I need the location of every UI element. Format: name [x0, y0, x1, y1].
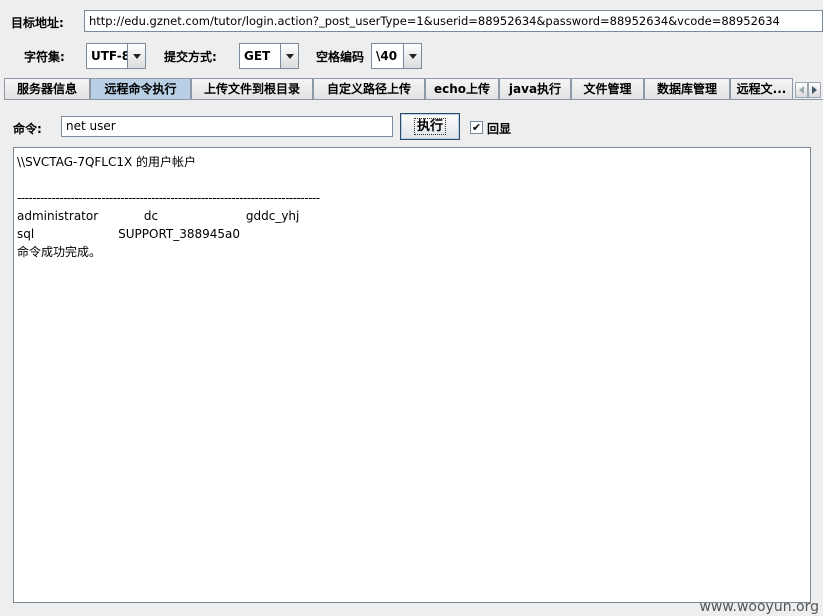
submit-method-select[interactable]: GET [239, 43, 299, 69]
charset-value: UTF-8 [91, 49, 127, 63]
command-output-area[interactable]: \\SVCTAG-7QFLC1X 的用户帐户 -----------------… [13, 147, 811, 603]
tab-remote-file[interactable]: 远程文... [730, 78, 793, 99]
command-label: 命令: [13, 122, 42, 136]
space-encoding-label: 空格编码 [316, 50, 365, 64]
chevron-down-icon[interactable] [280, 44, 298, 68]
tab-file-manager[interactable]: 文件管理 [571, 78, 644, 99]
tab-divider [4, 99, 823, 100]
function-tabs: 服务器信息 远程命令执行 上传文件到根目录 自定义路径上传 echo上传 jav… [4, 78, 823, 100]
arrow-right-icon [812, 86, 817, 94]
command-input[interactable]: net user [61, 116, 393, 137]
output-line: \\SVCTAG-7QFLC1X 的用户帐户 [17, 155, 197, 169]
submit-method-value: GET [244, 49, 271, 63]
space-encoding-select[interactable]: \40 [371, 43, 422, 69]
submit-method-label: 提交方式: [164, 50, 217, 64]
target-url-label: 目标地址: [11, 16, 64, 30]
output-line: ----------------------------------------… [17, 191, 320, 205]
tab-upload-root[interactable]: 上传文件到根目录 [191, 78, 313, 99]
tab-server-info[interactable]: 服务器信息 [4, 78, 90, 99]
echo-checkbox[interactable]: ✔ [470, 121, 483, 134]
tab-database-manager[interactable]: 数据库管理 [644, 78, 730, 99]
chevron-down-icon[interactable] [127, 44, 145, 68]
checkmark-icon: ✔ [471, 121, 482, 134]
space-encoding-value: \40 [376, 49, 398, 63]
chevron-down-icon[interactable] [403, 44, 421, 68]
tab-echo-upload[interactable]: echo上传 [425, 78, 499, 99]
output-line: sql SUPPORT_388945a0 [17, 227, 241, 241]
tab-scroll-right-button[interactable] [808, 82, 821, 98]
output-line: 命令成功完成。 [17, 245, 102, 259]
charset-label: 字符集: [24, 50, 65, 64]
output-line: administrator dc gddc_yhj [17, 209, 300, 223]
echo-checkbox-label[interactable]: 回显 [487, 120, 511, 137]
target-url-input[interactable]: http://edu.gznet.com/tutor/login.action?… [84, 10, 823, 32]
tab-custom-upload[interactable]: 自定义路径上传 [313, 78, 425, 99]
tab-java-exec[interactable]: java执行 [499, 78, 571, 99]
arrow-left-icon [799, 86, 804, 94]
charset-select[interactable]: UTF-8 [86, 43, 146, 69]
tab-remote-command[interactable]: 远程命令执行 [90, 78, 191, 100]
tab-scroll-left-button[interactable] [795, 82, 808, 98]
execute-button[interactable]: 执行 [400, 113, 460, 140]
execute-button-label: 执行 [413, 118, 446, 135]
watermark: www.wooyun.org [699, 599, 819, 615]
